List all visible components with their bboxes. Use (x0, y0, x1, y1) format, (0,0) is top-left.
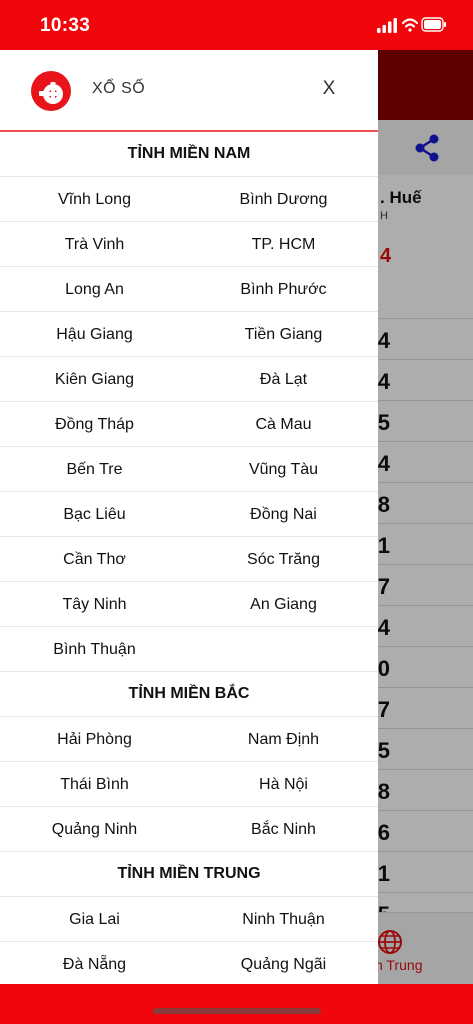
province-item[interactable]: Quảng Ngãi (189, 942, 378, 984)
province-grid-mien-nam: Vĩnh Long Bình Dương Trà Vinh TP. HCM Lo… (0, 177, 378, 672)
province-item[interactable]: Ninh Thuận (189, 897, 378, 942)
province-item[interactable]: Sóc Trăng (189, 537, 378, 582)
home-indicator[interactable] (153, 1008, 321, 1014)
province-item[interactable]: Bạc Liêu (0, 492, 189, 537)
province-item[interactable]: Cần Thơ (0, 537, 189, 582)
drawer-header: XỔ SỐ X (0, 50, 378, 132)
province-item[interactable]: Long An (0, 267, 189, 312)
province-item[interactable]: Hà Nội (189, 762, 378, 807)
province-item[interactable]: Tiền Giang (189, 312, 378, 357)
lottery-ball-icon (31, 71, 71, 111)
section-title-mien-bac: TỈNH MIỀN BẮC (0, 672, 378, 717)
province-item[interactable]: Hải Phòng (0, 717, 189, 762)
province-grid-mien-bac: Hải Phòng Nam Định Thái Bình Hà Nội Quản… (0, 717, 378, 852)
province-item[interactable]: Nam Định (189, 717, 378, 762)
status-icons (377, 16, 447, 34)
province-item[interactable]: Hậu Giang (0, 312, 189, 357)
province-item[interactable]: Đồng Tháp (0, 402, 189, 447)
province-item[interactable]: Thái Bình (0, 762, 189, 807)
province-item[interactable]: Trà Vinh (0, 222, 189, 267)
province-item[interactable]: TP. HCM (189, 222, 378, 267)
province-item[interactable]: Đồng Nai (189, 492, 378, 537)
province-item[interactable]: Gia Lai (0, 897, 189, 942)
province-item[interactable]: Bình Dương (189, 177, 378, 222)
province-item[interactable]: Đà Lạt (189, 357, 378, 402)
province-item[interactable]: Cà Mau (189, 402, 378, 447)
province-item[interactable]: Bắc Ninh (189, 807, 378, 852)
province-item[interactable]: Bình Thuận (0, 627, 189, 672)
province-item[interactable]: Tây Ninh (0, 582, 189, 627)
province-grid-mien-trung: Gia Lai Ninh Thuận Đà Nẵng Quảng Ngãi (0, 897, 378, 984)
status-bar: 10:33 (0, 0, 473, 50)
province-item[interactable]: Bình Phước (189, 267, 378, 312)
empty-cell (189, 627, 378, 672)
province-item[interactable]: Đà Nẵng (0, 942, 189, 984)
section-title-mien-trung: TỈNH MIỀN TRUNG (0, 852, 378, 897)
status-time: 10:33 (40, 15, 91, 36)
section-title-mien-nam: TỈNH MIỀN NAM (0, 132, 378, 177)
battery-icon (421, 17, 446, 32)
province-item[interactable]: An Giang (189, 582, 378, 627)
wifi-icon (401, 18, 419, 32)
province-item[interactable]: Bến Tre (0, 447, 189, 492)
drawer-title: XỔ SỐ (92, 80, 146, 97)
bottom-bar (0, 984, 473, 1024)
province-item[interactable]: Vũng Tàu (189, 447, 378, 492)
province-item[interactable]: Vĩnh Long (0, 177, 189, 222)
close-button[interactable]: X (314, 76, 344, 102)
side-drawer: XỔ SỐ X TỈNH MIỀN NAM Vĩnh Long Bình Dươ… (0, 50, 378, 984)
province-item[interactable]: Quảng Ninh (0, 807, 189, 852)
signal-icon (377, 18, 397, 33)
province-item[interactable]: Kiên Giang (0, 357, 189, 402)
